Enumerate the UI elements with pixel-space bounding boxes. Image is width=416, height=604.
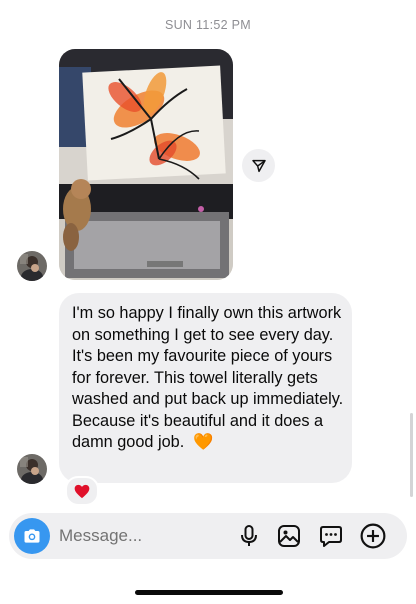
microphone-icon <box>241 525 257 546</box>
sticker-button[interactable] <box>318 523 344 549</box>
chat-bubble-icon <box>320 526 342 547</box>
message-timestamp: SUN 11:52 PM <box>164 18 252 32</box>
text-message-bubble[interactable]: I'm so happy I finally own this artwork … <box>59 293 352 483</box>
heart-reaction[interactable] <box>65 476 99 506</box>
share-button[interactable] <box>242 149 275 182</box>
dm-thread-screen: SUN 11:52 PM I'm so happy I finally own … <box>0 0 416 604</box>
sender-avatar[interactable] <box>17 251 47 281</box>
message-text: I'm so happy I finally own this artwork … <box>72 304 344 451</box>
gallery-button[interactable] <box>276 523 302 549</box>
share-icon <box>251 159 266 172</box>
microphone-button[interactable] <box>236 523 262 549</box>
message-composer <box>9 513 407 559</box>
scrollbar[interactable] <box>410 413 413 497</box>
sender-avatar[interactable] <box>17 454 47 484</box>
orange-heart-emoji: 🧡 <box>193 433 214 451</box>
home-indicator <box>135 590 283 595</box>
plus-circle-icon <box>360 523 386 549</box>
heart-icon <box>74 484 90 498</box>
photo-message[interactable] <box>59 49 233 280</box>
message-input[interactable] <box>59 525 229 547</box>
gallery-icon <box>278 525 300 547</box>
add-button[interactable] <box>360 523 386 549</box>
camera-button[interactable] <box>14 518 50 554</box>
camera-icon <box>24 529 40 543</box>
